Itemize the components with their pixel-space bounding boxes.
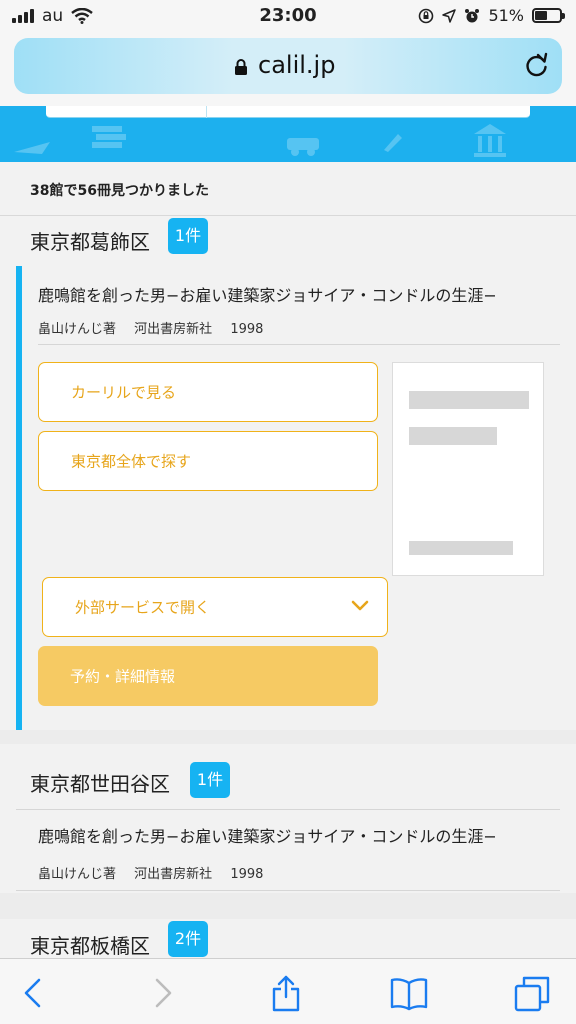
- site-header-banner: [0, 106, 576, 162]
- divider: [16, 809, 560, 810]
- results-summary-text: 38館で56冊見つかりました: [30, 183, 209, 199]
- book-cover-placeholder: [392, 362, 544, 576]
- external-service-select[interactable]: 外部サービスで開く: [42, 577, 388, 637]
- results-summary: 38館で56冊見つかりました: [0, 162, 576, 216]
- bookmarks-icon[interactable]: [389, 973, 429, 1013]
- book-title[interactable]: 鹿鳴館を創った男−お雇い建築家ジョサイア・コンドルの生涯−: [38, 282, 497, 306]
- reload-icon[interactable]: [524, 52, 550, 78]
- forward-icon[interactable]: [142, 973, 182, 1013]
- reserve-details-button[interactable]: 予約・詳細情報: [38, 646, 378, 706]
- url-text: calil.jp: [258, 51, 336, 79]
- reserve-details-label: 予約・詳細情報: [70, 667, 176, 686]
- book-author: 畠山けんじ著: [38, 867, 117, 882]
- book-meta: 畠山けんじ著 河出書房新社 1998: [38, 318, 277, 337]
- back-icon[interactable]: [14, 973, 54, 1013]
- count-badge: 1件: [168, 218, 208, 254]
- battery-icon: [532, 8, 565, 23]
- external-service-label: 外部サービスで開く: [75, 598, 211, 617]
- count-badge: 2件: [168, 921, 208, 957]
- library-decoration-icon: [474, 124, 506, 157]
- book-author: 畠山けんじ著: [38, 322, 117, 337]
- rotation-lock-icon: [419, 8, 434, 23]
- safari-toolbar: [0, 958, 576, 1024]
- view-on-calil-label: カーリルで見る: [71, 383, 177, 402]
- location-icon: [442, 8, 457, 23]
- car-decoration-icon: [287, 138, 319, 156]
- library-name-setagaya[interactable]: 東京都世田谷区: [30, 768, 170, 797]
- search-all-tokyo-button[interactable]: 東京都全体で探す: [38, 431, 378, 491]
- alarm-icon: [465, 8, 480, 22]
- book-year: 1998: [230, 322, 264, 337]
- chevron-down-icon: [351, 600, 369, 611]
- book-publisher: 河出書房新社: [134, 867, 213, 882]
- pencil-decoration-icon: [384, 134, 402, 152]
- book-meta: 畠山けんじ著 河出書房新社 1998: [38, 863, 277, 882]
- section-gap: [0, 730, 576, 744]
- section-gap: [0, 893, 576, 919]
- search-field-edge[interactable]: [46, 106, 530, 118]
- status-bar: au 23:00 51%: [0, 0, 576, 34]
- plane-decoration-icon: [14, 142, 50, 154]
- browser-chrome: calil.jp: [0, 34, 576, 106]
- library-name-itabashi[interactable]: 東京都板橋区: [30, 930, 150, 959]
- search-all-tokyo-label: 東京都全体で探す: [71, 452, 192, 471]
- battery-percent: 51%: [488, 6, 524, 25]
- lock-icon: [235, 59, 247, 75]
- share-icon[interactable]: [266, 973, 306, 1013]
- count-badge: 1件: [190, 762, 230, 798]
- books-decoration-icon: [92, 126, 126, 148]
- book-title[interactable]: 鹿鳴館を創った男−お雇い建築家ジョサイア・コンドルの生涯−: [38, 823, 497, 847]
- divider: [16, 890, 560, 891]
- address-bar[interactable]: calil.jp: [14, 38, 562, 94]
- divider: [38, 344, 560, 345]
- book-publisher: 河出書房新社: [134, 322, 213, 337]
- tabs-icon[interactable]: [512, 973, 552, 1013]
- book-year: 1998: [230, 867, 264, 882]
- status-right: 51%: [418, 6, 565, 25]
- library-name-katsushika[interactable]: 東京都葛飾区: [30, 226, 150, 255]
- view-on-calil-button[interactable]: カーリルで見る: [38, 362, 378, 422]
